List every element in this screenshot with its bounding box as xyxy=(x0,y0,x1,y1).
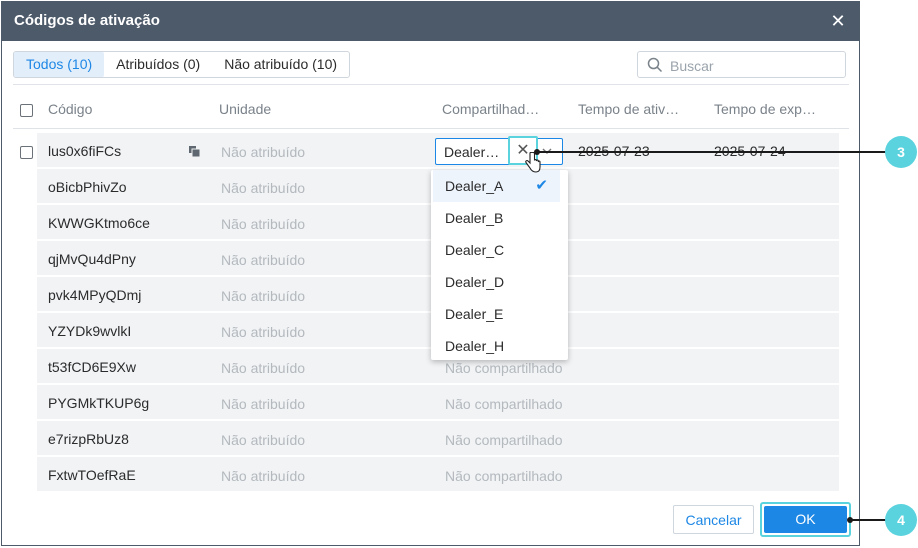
column-activation-time[interactable]: Tempo de ativ… xyxy=(578,101,679,117)
code-cell: e7rizpRbUz8 xyxy=(48,431,129,447)
row-checkbox[interactable] xyxy=(20,146,33,159)
dropdown-option-dealer-c[interactable]: Dealer_C xyxy=(431,234,568,266)
table-header: Código Unidade Compartilhad… Tempo de at… xyxy=(13,90,849,129)
dialog-title: Códigos de ativação xyxy=(14,12,160,29)
dealer-dropdown-menu: Dealer_A ✔ Dealer_B Dealer_C Dealer_D De… xyxy=(431,170,568,360)
search-input[interactable] xyxy=(668,55,842,76)
code-cell: oBicbPhivZo xyxy=(48,179,127,195)
dropdown-option-dealer-e[interactable]: Dealer_E xyxy=(431,298,568,330)
select-all-checkbox[interactable] xyxy=(20,104,33,117)
tab-all[interactable]: Todos (10) xyxy=(14,52,105,77)
column-expiration-time[interactable]: Tempo de exp… xyxy=(714,101,816,117)
unit-cell: Não atribuído xyxy=(221,252,306,268)
unit-cell: Não atribuído xyxy=(221,216,306,232)
code-cell: t53fCD6E9Xw xyxy=(48,359,136,375)
shared-cell: Não compartilhado xyxy=(445,396,563,412)
annotation-line xyxy=(850,519,887,521)
code-cell: KWWGKtmo6ce xyxy=(48,215,150,231)
callout-badge-4: 4 xyxy=(885,504,917,536)
divider xyxy=(13,84,849,85)
option-label: Dealer_A xyxy=(445,178,504,194)
code-cell: YZYDk9wvlkI xyxy=(48,323,132,339)
column-unit[interactable]: Unidade xyxy=(219,101,271,117)
annotation-line xyxy=(537,151,887,153)
cancel-button[interactable]: Cancelar xyxy=(673,505,754,534)
unit-cell: Não atribuído xyxy=(221,432,306,448)
table-row[interactable]: PYGMkTKUP6g Não atribuído Não compartilh… xyxy=(37,385,839,419)
dropdown-option-dealer-h[interactable]: Dealer_H xyxy=(431,330,568,360)
copy-icon[interactable] xyxy=(189,146,200,157)
unit-cell: Não atribuído xyxy=(221,288,306,304)
tab-unassigned[interactable]: Não atribuído (10) xyxy=(212,52,349,77)
code-cell: qjMvQu4dPny xyxy=(48,251,136,267)
search-icon xyxy=(647,57,663,73)
dropdown-option-dealer-d[interactable]: Dealer_D xyxy=(431,266,568,298)
hand-cursor-icon xyxy=(525,152,541,173)
dropdown-option-dealer-b[interactable]: Dealer_B xyxy=(431,202,568,234)
check-icon: ✔ xyxy=(535,177,548,194)
tab-assigned[interactable]: Atribuídos (0) xyxy=(104,52,212,77)
column-shared[interactable]: Compartilhad… xyxy=(442,101,539,117)
callout-badge-3: 3 xyxy=(885,136,917,168)
dialog-titlebar: Códigos de ativação ✕ xyxy=(2,2,859,41)
dropdown-option-dealer-a[interactable]: Dealer_A ✔ xyxy=(433,170,560,202)
close-icon[interactable]: ✕ xyxy=(827,10,849,32)
table-row[interactable]: e7rizpRbUz8 Não atribuído Não compartilh… xyxy=(37,421,839,455)
ok-button[interactable]: OK xyxy=(764,506,847,533)
unit-cell: Não atribuído xyxy=(221,324,306,340)
shared-cell: Não compartilhado xyxy=(445,468,563,484)
unit-cell: Não atribuído xyxy=(221,180,306,196)
unit-cell: Não atribuído xyxy=(221,396,306,412)
share-select-value: Dealer… xyxy=(444,144,500,160)
table-row[interactable]: FxtwTOefRaE Não atribuído Não compartilh… xyxy=(37,457,839,491)
code-cell: PYGMkTKUP6g xyxy=(48,395,150,411)
unit-cell: Não atribuído xyxy=(221,144,306,160)
search-box xyxy=(637,51,846,78)
code-cell: pvk4MPyQDmj xyxy=(48,287,142,303)
filter-tabs: Todos (10) Atribuídos (0) Não atribuído … xyxy=(13,51,351,78)
shared-cell: Não compartilhado xyxy=(445,360,563,376)
code-cell: FxtwTOefRaE xyxy=(48,467,136,483)
shared-cell: Não compartilhado xyxy=(445,432,563,448)
column-code[interactable]: Código xyxy=(48,101,92,117)
unit-cell: Não atribuído xyxy=(221,468,306,484)
unit-cell: Não atribuído xyxy=(221,360,306,376)
code-cell: lus0x6fiFCs xyxy=(48,143,122,159)
